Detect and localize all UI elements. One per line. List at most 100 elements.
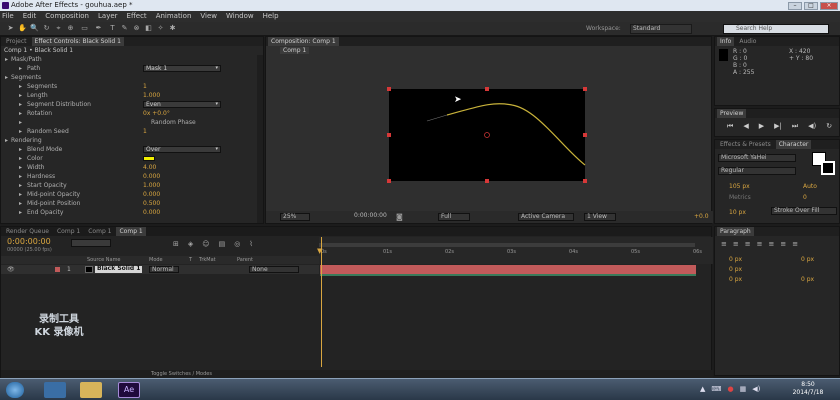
hand-tool-icon[interactable]: ✋	[18, 24, 27, 33]
font-size-value[interactable]: 105 px	[729, 183, 750, 190]
selection-tool-icon[interactable]: ➤	[6, 24, 15, 33]
effect-property-row[interactable]: Rotation ▸ 0x +0.0°	[1, 109, 263, 118]
work-area-bar[interactable]	[319, 243, 695, 247]
expand-triangle-icon[interactable]: ▸	[19, 127, 22, 136]
effect-property-row[interactable]: Color ▸	[1, 154, 263, 163]
camera-dropdown[interactable]: Active Camera	[518, 213, 574, 221]
zoom-dropdown[interactable]: 25%	[280, 213, 310, 221]
tray-network-icon[interactable]: ▦	[740, 385, 747, 393]
current-time-indicator[interactable]	[321, 237, 322, 367]
expand-triangle-icon[interactable]: ▸	[5, 136, 8, 145]
effect-property-row[interactable]: Segment Distribution ▸ Even	[1, 100, 263, 109]
clock-time[interactable]: 8:50	[786, 381, 830, 389]
tab-effect-controls[interactable]: Effect Controls: Black Solid 1	[31, 37, 124, 46]
menu-file[interactable]: File	[2, 11, 14, 22]
layer-name[interactable]: Black Solid 1	[95, 266, 143, 273]
justify-all-icon[interactable]: ≡	[792, 240, 798, 248]
eraser-tool-icon[interactable]: ◧	[144, 24, 153, 33]
expand-triangle-icon[interactable]: ▸	[19, 154, 22, 163]
motion-blur-icon[interactable]: ◎	[234, 240, 240, 248]
column-trkmat[interactable]: TrkMat	[199, 256, 216, 264]
tab-audio[interactable]: Audio	[736, 37, 759, 46]
kerning-value[interactable]: Metrics	[729, 194, 751, 201]
menu-animation[interactable]: Animation	[156, 11, 192, 22]
property-value[interactable]: 1	[143, 82, 147, 91]
property-dropdown[interactable]: Over	[143, 146, 221, 153]
column-parent[interactable]: Parent	[237, 256, 253, 264]
layer-mode-dropdown[interactable]: Normal	[149, 266, 179, 273]
effect-property-row[interactable]: Mask/Path ▸	[1, 55, 263, 64]
font-style-dropdown[interactable]: Regular	[718, 167, 796, 175]
effect-property-row[interactable]: Width ▸ 4.00	[1, 163, 263, 172]
resolution-dropdown[interactable]: Full	[438, 213, 470, 221]
table-row[interactable]: 👁 1 Black Solid 1 Normal None	[1, 265, 319, 274]
stroke-mode-dropdown[interactable]: Stroke Over Fill	[771, 207, 837, 215]
tracking-value[interactable]: 0	[803, 194, 807, 201]
last-frame-icon[interactable]: ⏭	[792, 122, 798, 131]
expand-triangle-icon[interactable]: ▸	[19, 145, 22, 154]
views-dropdown[interactable]: 1 View	[584, 213, 616, 221]
property-dropdown[interactable]: Even	[143, 101, 221, 108]
tab-character[interactable]: Character	[775, 140, 812, 149]
tray-volume-icon[interactable]: ◀)	[752, 385, 760, 393]
pan-behind-tool-icon[interactable]: ⊕	[66, 24, 75, 33]
effect-property-row[interactable]: Path ▸ Mask 1	[1, 64, 263, 73]
property-dropdown[interactable]: Mask 1	[143, 65, 221, 72]
camera-tool-icon[interactable]: ⌖	[54, 24, 63, 33]
property-value[interactable]: 0x +0.0°	[143, 109, 170, 118]
roto-brush-tool-icon[interactable]: ✧	[156, 24, 165, 33]
tray-record-icon[interactable]: ●	[728, 385, 734, 393]
menu-edit[interactable]: Edit	[23, 11, 37, 22]
effect-property-row[interactable]: Rendering ▸	[1, 136, 263, 145]
expand-triangle-icon[interactable]: ▸	[19, 190, 22, 199]
menu-help[interactable]: Help	[263, 11, 279, 22]
audio-icon[interactable]: ◀)	[808, 122, 816, 131]
space-before-value[interactable]: 0 px	[729, 276, 742, 283]
first-line-indent-value[interactable]: 0 px	[729, 266, 742, 273]
property-value[interactable]: 1.000	[143, 181, 160, 190]
search-help-input[interactable]: Search Help	[723, 24, 829, 34]
layer-duration-bar[interactable]	[320, 265, 696, 274]
property-value[interactable]: 0.000	[143, 172, 160, 181]
prev-frame-icon[interactable]: ◀	[743, 122, 748, 131]
workspace-dropdown[interactable]: Standard	[630, 24, 692, 34]
expand-triangle-icon[interactable]: ▸	[5, 55, 8, 64]
menu-view[interactable]: View	[200, 11, 217, 22]
justify-center-icon[interactable]: ≡	[769, 240, 775, 248]
play-icon[interactable]: ▶	[759, 122, 764, 131]
layer-search-input[interactable]	[71, 239, 111, 247]
tray-input-icon[interactable]: ⌨	[711, 385, 721, 393]
tab-render-queue[interactable]: Render Queue	[3, 227, 52, 236]
effect-property-row[interactable]: Hardness ▸ 0.000	[1, 172, 263, 181]
align-left-icon[interactable]: ≡	[721, 240, 727, 248]
color-swatch[interactable]	[143, 156, 155, 161]
tab-paragraph[interactable]: Paragraph	[717, 227, 754, 236]
expand-triangle-icon[interactable]: ▸	[19, 163, 22, 172]
close-button[interactable]: ×	[820, 1, 838, 10]
expand-triangle-icon[interactable]: ▸	[5, 73, 8, 82]
expand-triangle-icon[interactable]: ▸	[19, 100, 22, 109]
effect-property-row[interactable]: Segments ▸	[1, 73, 263, 82]
indent-right-value[interactable]: 0 px	[801, 256, 814, 263]
clock-date[interactable]: 2014/7/18	[786, 389, 830, 397]
property-value[interactable]: 0.000	[143, 190, 160, 199]
comp-subtab[interactable]: Comp 1	[280, 47, 310, 54]
expand-triangle-icon[interactable]: ▸	[19, 181, 22, 190]
frame-blending-icon[interactable]: ▤	[219, 240, 226, 248]
expand-triangle-icon[interactable]: ▸	[19, 172, 22, 181]
expand-triangle-icon[interactable]: ▸	[19, 208, 22, 217]
random-phase-checkbox[interactable]: Random Phase	[151, 118, 196, 127]
layer-parent-dropdown[interactable]: None	[249, 266, 299, 273]
start-button-icon[interactable]	[6, 382, 24, 398]
comp-mini-flowchart-icon[interactable]: ⊞	[173, 240, 179, 248]
justify-right-icon[interactable]: ≡	[780, 240, 786, 248]
justify-left-icon[interactable]: ≡	[757, 240, 763, 248]
pen-tool-icon[interactable]: ✒	[94, 24, 103, 33]
effect-property-row[interactable]: Segments ▸ 1	[1, 82, 263, 91]
indent-left-value[interactable]: 0 px	[729, 256, 742, 263]
menu-window[interactable]: Window	[226, 11, 254, 22]
loop-icon[interactable]: ↻	[826, 122, 832, 131]
fill-stroke-swatch[interactable]	[812, 152, 836, 176]
expand-triangle-icon[interactable]: ▸	[19, 91, 22, 100]
draft-3d-icon[interactable]: ◈	[188, 240, 193, 248]
